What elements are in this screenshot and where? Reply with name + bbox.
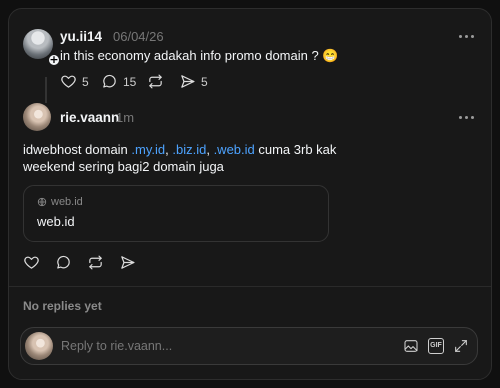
- repost-button[interactable]: [147, 73, 164, 90]
- avatar[interactable]: [23, 103, 51, 131]
- comment-button[interactable]: [55, 254, 72, 271]
- share-button[interactable]: 5: [179, 73, 208, 90]
- post-text: in this economy adakah info promo domain…: [60, 47, 339, 64]
- link-card-title: web.id: [37, 214, 75, 229]
- repost-icon: [89, 255, 102, 270]
- post-timestamp: 06/04/26: [113, 29, 164, 44]
- repost-icon: [149, 74, 162, 89]
- link-biz-id[interactable]: .biz.id: [172, 142, 206, 157]
- comment-icon: [57, 255, 70, 269]
- follow-plus-icon[interactable]: +: [47, 53, 61, 67]
- more-dots-icon: [459, 35, 462, 38]
- gif-button[interactable]: GIF: [428, 338, 444, 354]
- send-icon: [181, 75, 195, 88]
- image-button[interactable]: [403, 338, 419, 354]
- share-count: 5: [201, 74, 208, 89]
- reply-username[interactable]: rie.vaann: [60, 110, 119, 125]
- reply-composer[interactable]: Reply to rie.vaann... GIF: [20, 327, 478, 365]
- expand-button[interactable]: [453, 338, 469, 354]
- image-icon: [404, 340, 418, 352]
- more-options-button[interactable]: [457, 31, 477, 43]
- like-button[interactable]: 5: [60, 73, 89, 90]
- post-text-body: in this economy adakah info promo domain…: [60, 48, 319, 63]
- thread-line: [45, 77, 47, 103]
- more-dots-icon: [459, 116, 462, 119]
- grin-emoji: 😁: [322, 48, 339, 63]
- heart-icon: [61, 75, 76, 88]
- send-icon: [121, 256, 135, 269]
- link-web-id[interactable]: .web.id: [214, 142, 255, 157]
- thread-panel: + yu.ii14 06/04/26 in this economy adaka…: [8, 8, 492, 380]
- comment-count: 15: [123, 74, 137, 89]
- link-card-domain: web.id: [37, 196, 83, 208]
- comment-icon: [103, 74, 116, 88]
- reply-input[interactable]: Reply to rie.vaann...: [61, 339, 172, 353]
- reply-text-line1: idwebhost domain .my.id, .biz.id, .web.i…: [23, 142, 337, 157]
- globe-icon: [37, 197, 47, 207]
- link-my-id[interactable]: .my.id: [131, 142, 165, 157]
- expand-icon: [455, 340, 467, 352]
- reply-text: idwebhost domain .my.id, .biz.id, .web.i…: [23, 141, 336, 175]
- more-options-button[interactable]: [457, 112, 477, 124]
- repost-button[interactable]: [87, 254, 104, 271]
- share-button[interactable]: [119, 254, 136, 271]
- reply-text-line2: weekend sering bagi2 domain juga: [23, 159, 224, 174]
- link-preview-card[interactable]: web.id web.id: [23, 185, 329, 242]
- reply-timestamp: 1m: [116, 110, 135, 125]
- heart-icon: [24, 256, 39, 269]
- comment-button[interactable]: 15: [101, 73, 136, 90]
- post-username[interactable]: yu.ii14: [60, 29, 102, 44]
- like-count: 5: [82, 74, 89, 89]
- divider: [9, 286, 491, 287]
- no-replies-label: No replies yet: [23, 299, 102, 313]
- like-button[interactable]: [23, 254, 40, 271]
- avatar: [25, 332, 53, 360]
